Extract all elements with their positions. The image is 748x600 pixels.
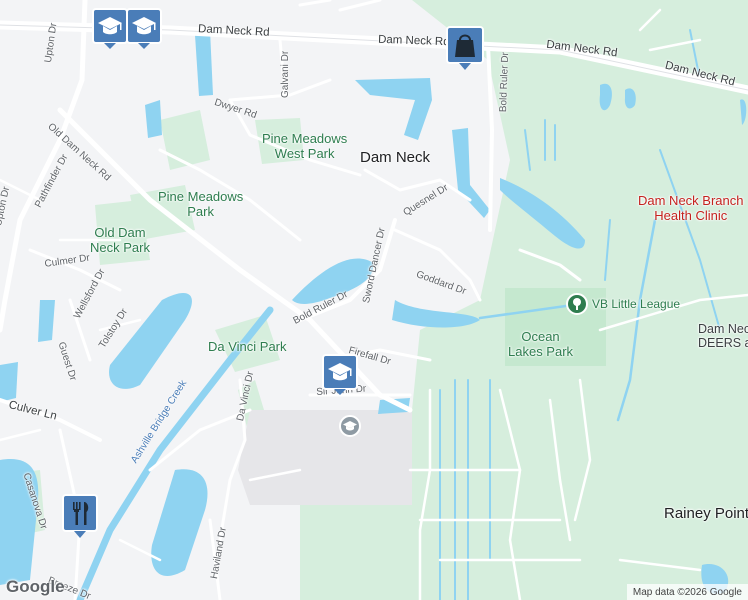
road-label-dam-neck-rd-2: Dam Neck Rd [377,33,450,49]
school-marker-2[interactable] [126,8,164,50]
place-label-pine-meadows-park: Pine Meadows Park [158,189,244,219]
place-label-da-vinci-park: Da Vinci Park [208,339,287,354]
place-label-dam-neck: Dam Neck [360,149,431,166]
school-small-marker[interactable] [338,414,362,438]
google-logo[interactable]: Google [6,577,65,597]
map-view[interactable]: Dam Neck Rd Dam Neck Rd Dam Neck Rd Dam … [0,0,748,600]
poi-label-vb-little-league[interactable]: VB Little League [592,298,680,310]
place-label-old-dam-neck-park: Old Dam Neck Park [90,225,150,255]
park-marker[interactable] [565,292,589,316]
road-label-galvani-dr: Galvani Dr [280,50,291,98]
map-attribution[interactable]: Map data ©2026 Google [626,584,748,600]
school-marker-3[interactable] [322,354,360,396]
restaurant-marker[interactable] [62,494,100,540]
shopping-marker[interactable] [446,26,484,72]
place-label-pine-meadows-west-park: Pine Meadows West Park [262,131,348,161]
poi-label-dam-neck-deers[interactable]: Dam Neck DEERS and ID [698,322,748,351]
place-label-ocean-lakes-park: Ocean Lakes Park [508,329,574,359]
place-label-rainey-point: Rainey Point [664,505,748,522]
road-label-bold-ruler-dr-1: Bold Ruler Dr [498,51,512,113]
poi-label-dam-neck-branch-health-clinic[interactable]: Dam Neck Branch Health Clinic [638,193,743,224]
institution-area [238,410,412,505]
school-marker-1[interactable] [92,8,130,50]
attribution-text: Map data ©2026 Google [632,586,742,598]
